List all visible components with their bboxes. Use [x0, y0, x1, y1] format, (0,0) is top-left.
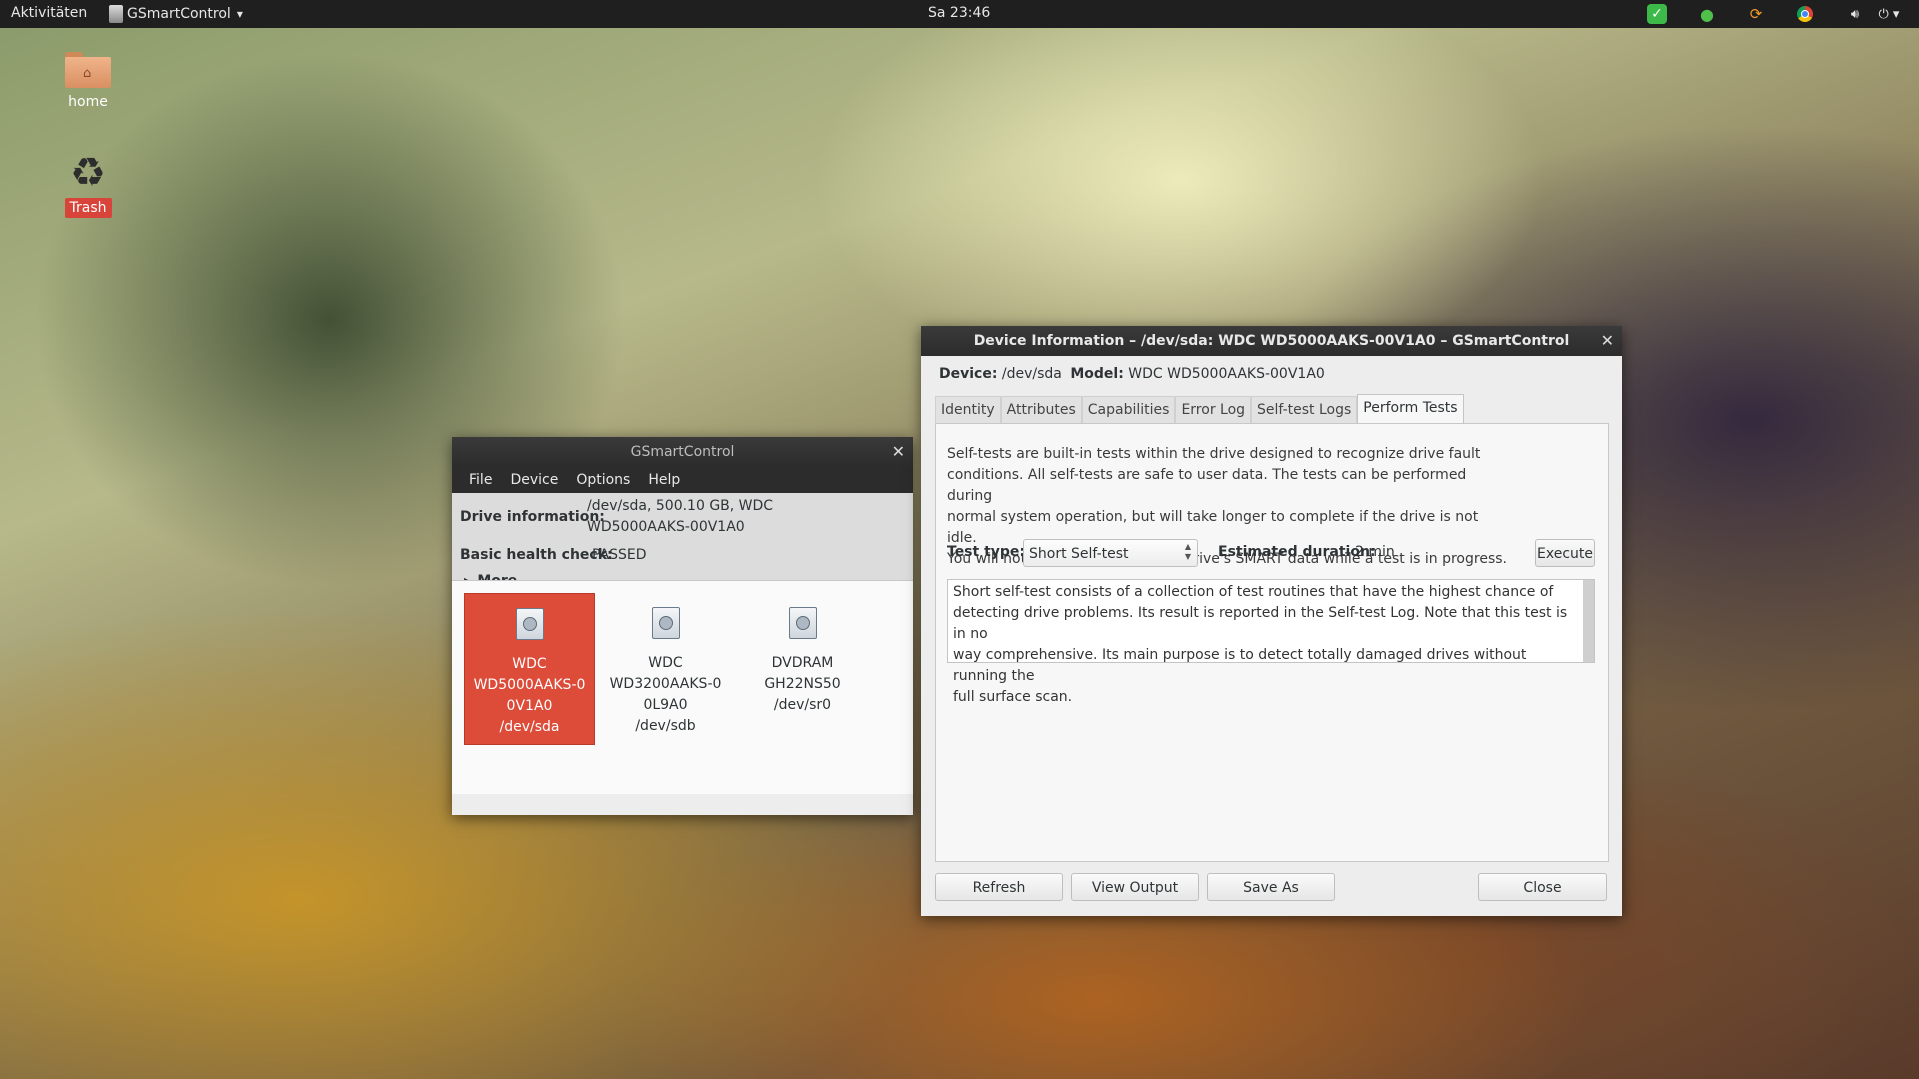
tab-self-test-logs[interactable]: Self-test Logs — [1251, 396, 1358, 423]
refresh-button[interactable]: Refresh — [935, 873, 1063, 901]
test-description-line: detecting drive problems. Its result is … — [953, 605, 1568, 642]
drive-item-sr0[interactable]: DVDRAM GH22NS50 /dev/sr0 — [738, 593, 867, 743]
test-type-select[interactable]: Short Self-test ▲ ▼ — [1023, 539, 1198, 567]
tab-bar: Identity Attributes Capabilities Error L… — [935, 394, 1464, 423]
folder-icon: ⌂ — [65, 52, 111, 88]
duration-value: 2 min — [1355, 544, 1395, 560]
model-value: WDC WD5000AAKS-00V1A0 — [1128, 366, 1325, 382]
drive-line: /dev/sdb — [635, 718, 696, 734]
leaf-icon[interactable]: ● — [1697, 4, 1717, 24]
drive-item-sda[interactable]: WDC WD5000AAKS-0 0V1A0 /dev/sda — [464, 593, 595, 745]
gsmartcontrol-main-window: GSmartControl ✕ File Device Options Help… — [452, 437, 913, 815]
drive-line: DVDRAM — [771, 655, 834, 671]
clock[interactable]: Sa 23:46 — [928, 5, 990, 21]
desktop-home-label: home — [68, 94, 108, 110]
device-window-titlebar[interactable]: Device Information – /dev/sda: WDC WD500… — [921, 326, 1622, 356]
drive-line: /dev/sr0 — [773, 697, 832, 713]
menu-file[interactable]: File — [460, 472, 501, 488]
drive-item-sdb[interactable]: WDC WD3200AAKS-0 0L9A0 /dev/sdb — [601, 593, 730, 743]
device-label: Device: — [939, 366, 998, 382]
tab-capabilities[interactable]: Capabilities — [1081, 396, 1176, 423]
test-description-line: way comprehensive. Its main purpose is t… — [953, 647, 1527, 684]
test-type-label: Test type: — [947, 544, 1026, 560]
recycle-icon: ♻ — [70, 150, 106, 196]
menu-bar: File Device Options Help — [452, 467, 913, 493]
view-output-button[interactable]: View Output — [1071, 873, 1199, 901]
health-check-value: PASSED — [592, 547, 647, 563]
optical-drive-icon — [788, 607, 817, 639]
drive-line: /dev/sda — [499, 719, 560, 735]
perform-tests-panel: Self-tests are built-in tests within the… — [935, 423, 1609, 862]
tab-attributes[interactable]: Attributes — [1000, 396, 1082, 423]
chrome-icon[interactable] — [1795, 4, 1815, 24]
test-description-line: Short self-test consists of a collection… — [953, 584, 1554, 600]
hard-disk-icon — [515, 608, 544, 640]
spin-arrows-icon: ▲ ▼ — [1184, 542, 1191, 561]
duration-label: Estimated duration: — [1218, 544, 1376, 560]
test-description-line: full surface scan. — [953, 689, 1073, 705]
menu-device[interactable]: Device — [501, 472, 567, 488]
drive-line: WDC — [648, 655, 683, 671]
desktop-home-folder[interactable]: ⌂ home — [43, 52, 133, 110]
execute-button[interactable]: Execute — [1535, 539, 1595, 567]
app-menu-label: GSmartControl — [127, 6, 231, 22]
gsmartcontrol-app-icon — [109, 5, 123, 23]
drive-list: WDC WD5000AAKS-0 0V1A0 /dev/sda WDC WD32… — [452, 580, 913, 794]
drive-line: WDC — [512, 656, 547, 672]
drive-info-label: Drive information: — [460, 509, 605, 525]
test-type-value: Short Self-test — [1029, 546, 1129, 562]
volume-icon[interactable]: 🔊︎ — [1845, 4, 1865, 24]
drive-info-line1: /dev/sda, 500.10 GB, WDC — [587, 498, 774, 514]
device-value: /dev/sda — [1001, 366, 1062, 382]
drive-line: 0L9A0 — [643, 697, 688, 713]
activities-button[interactable]: Aktivitäten — [11, 5, 87, 21]
desktop-trash-label: Trash — [64, 198, 112, 218]
drive-line: WD5000AAKS-0 — [473, 677, 586, 693]
drive-info-pane: Drive information: /dev/sda, 500.10 GB, … — [452, 493, 913, 589]
menu-help[interactable]: Help — [639, 472, 689, 488]
tab-error-log[interactable]: Error Log — [1175, 396, 1252, 423]
save-as-button[interactable]: Save As — [1207, 873, 1335, 901]
close-icon[interactable]: ✕ — [892, 437, 905, 467]
close-button[interactable]: Close — [1478, 873, 1607, 901]
device-window-title: Device Information – /dev/sda: WDC WD500… — [973, 333, 1570, 349]
test-type-row: Test type: Short Self-test ▲ ▼ Estimated … — [947, 539, 1595, 569]
drive-info-line2: WD5000AAKS-00V1A0 — [587, 519, 745, 535]
close-icon[interactable]: ✕ — [1601, 326, 1614, 356]
drive-line: 0V1A0 — [506, 698, 553, 714]
model-label: Model: — [1070, 366, 1124, 382]
tab-perform-tests[interactable]: Perform Tests — [1357, 394, 1464, 423]
device-info-window: Device Information – /dev/sda: WDC WD500… — [921, 326, 1622, 916]
hard-disk-icon — [651, 607, 680, 639]
health-check-label: Basic health check: — [460, 547, 613, 563]
desktop-trash[interactable]: ♻ Trash — [43, 152, 133, 218]
app-menu[interactable]: GSmartControl ▾ — [109, 3, 243, 25]
chevron-down-icon: ▾ — [236, 7, 243, 21]
menu-options[interactable]: Options — [567, 472, 639, 488]
device-header: Device: /dev/sda Model: WDC WD5000AAKS-0… — [921, 356, 1622, 392]
drive-line: GH22NS50 — [764, 676, 841, 692]
test-description-box[interactable]: Short self-test consists of a collection… — [947, 579, 1595, 705]
main-window-title: GSmartControl — [630, 444, 735, 460]
scrollbar[interactable] — [1583, 580, 1594, 662]
tab-identity[interactable]: Identity — [935, 396, 1001, 423]
drive-line: WD3200AAKS-0 — [609, 676, 722, 692]
main-window-titlebar[interactable]: GSmartControl ✕ — [452, 437, 913, 467]
description-line: conditions. All self-tests are safe to u… — [947, 467, 1467, 504]
description-line: Self-tests are built-in tests within the… — [947, 446, 1481, 462]
power-icon[interactable]: ⏻ ▾ — [1872, 4, 1906, 24]
top-bar: Aktivitäten GSmartControl ▾ Sa 23:46 ✓ ●… — [0, 0, 1919, 28]
update-icon[interactable]: ⟳ — [1746, 4, 1766, 24]
check-icon[interactable]: ✓ — [1647, 4, 1667, 24]
